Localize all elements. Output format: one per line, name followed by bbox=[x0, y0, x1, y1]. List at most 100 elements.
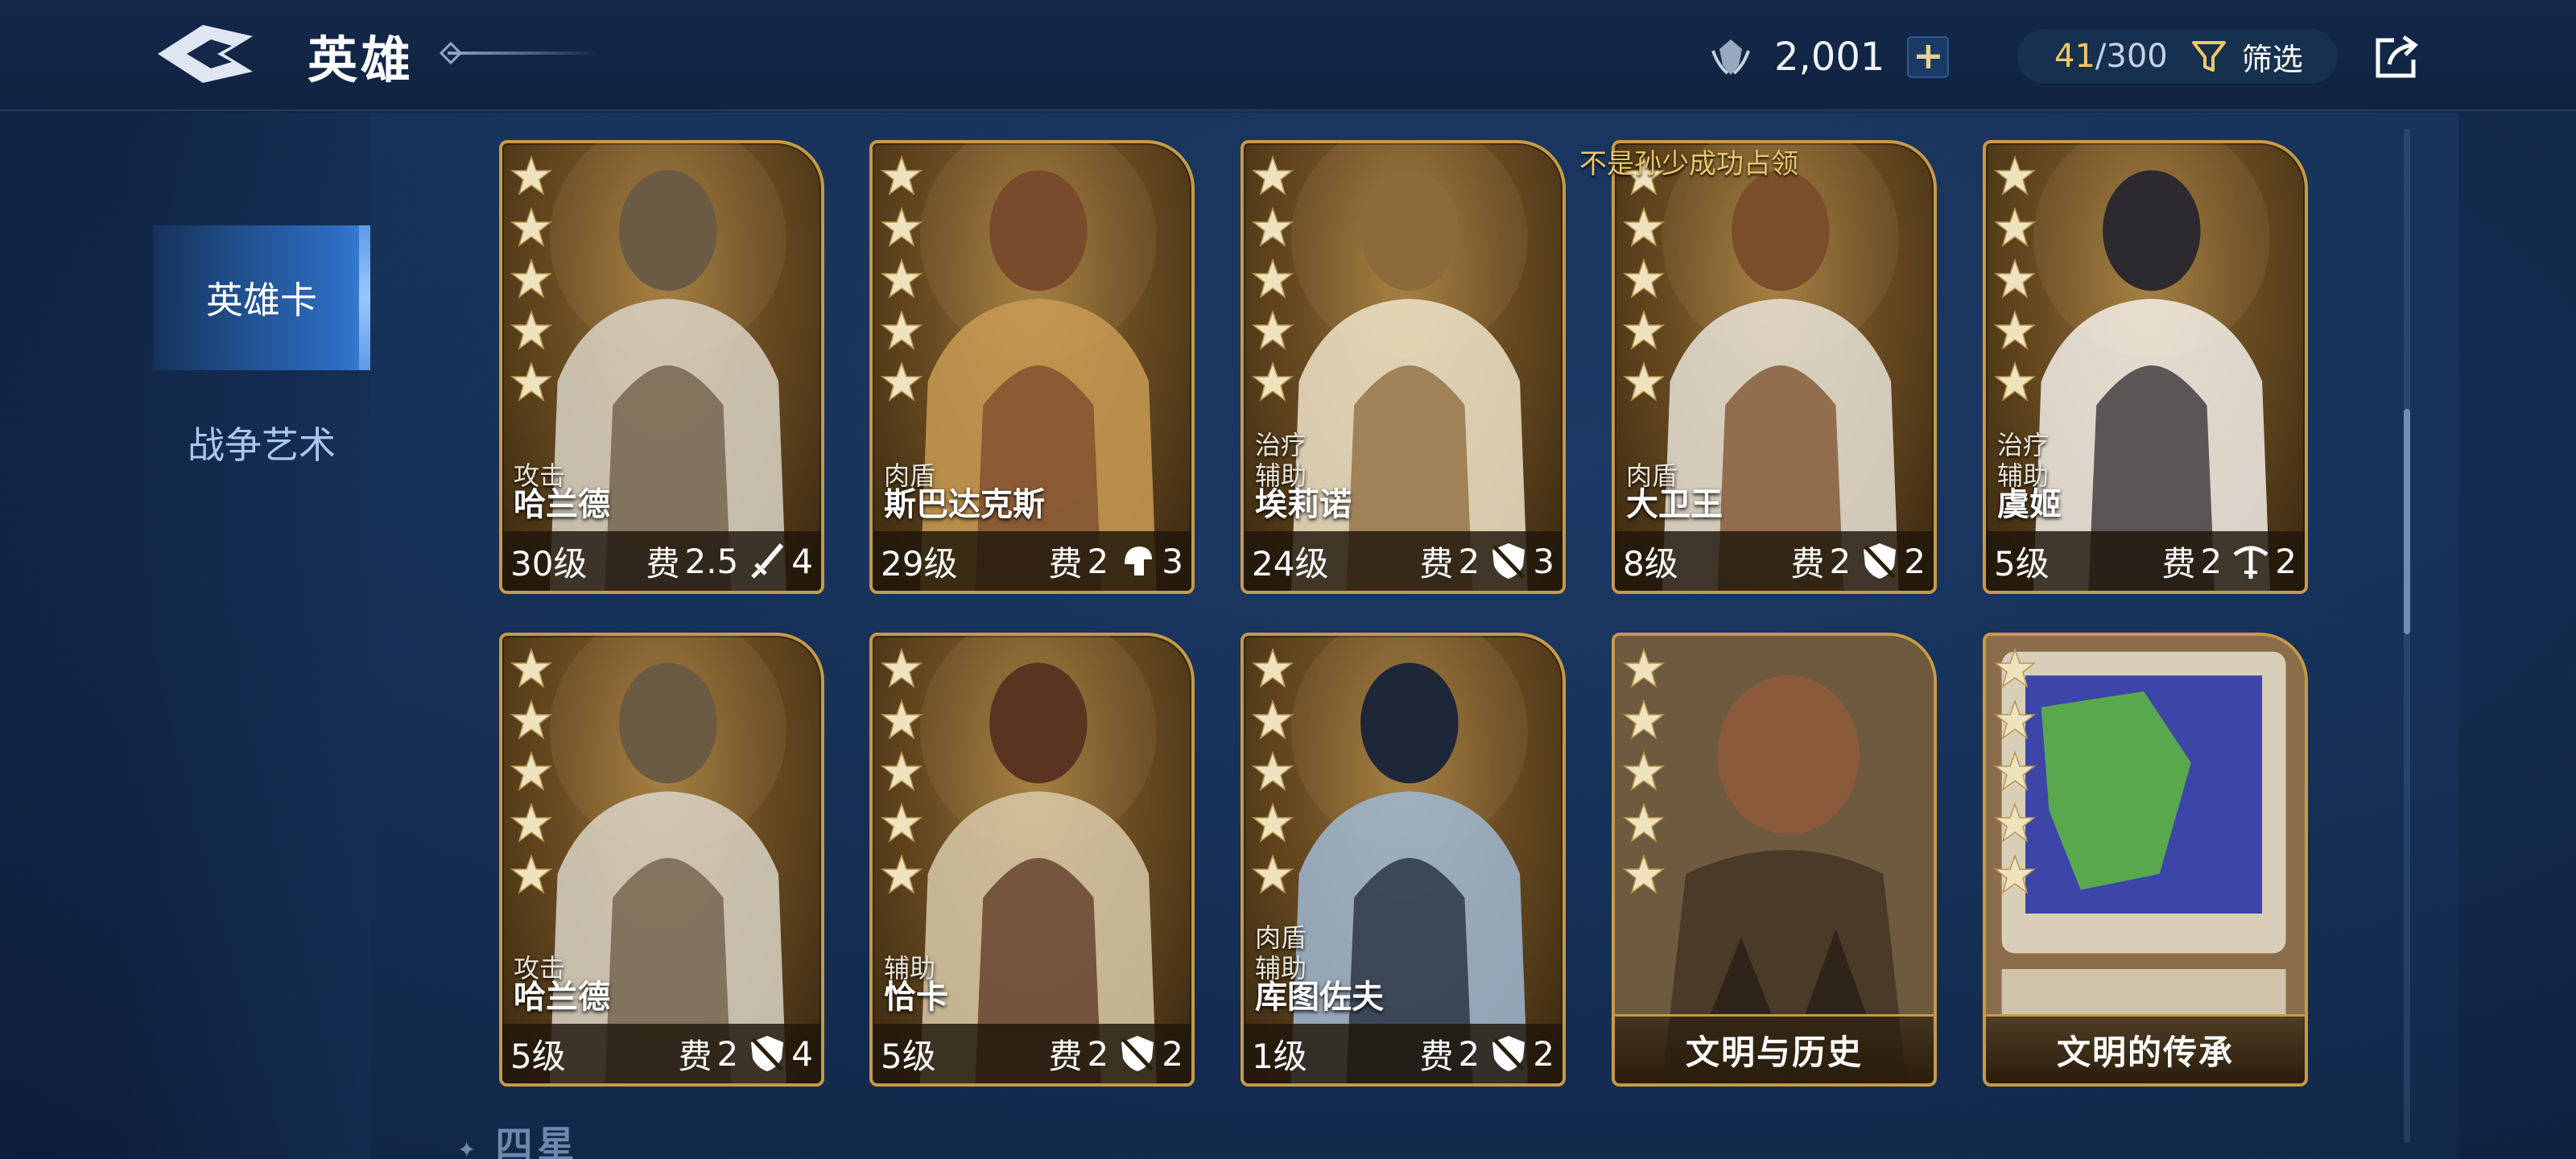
star-rating bbox=[881, 155, 923, 406]
star-icon bbox=[510, 802, 552, 843]
tab-hero-cards[interactable]: 英雄卡 bbox=[153, 225, 370, 370]
hero-level: 5级 bbox=[881, 1036, 936, 1076]
hero-level: 29级 bbox=[881, 543, 958, 584]
hero-name: 埃莉诺 bbox=[1255, 486, 1352, 523]
hero-card[interactable]: 肉盾 斯巴达克斯 29级费 2 3 bbox=[869, 140, 1195, 594]
star-icon bbox=[510, 647, 552, 688]
cost-label: 费 bbox=[646, 543, 680, 584]
back-button[interactable] bbox=[153, 18, 258, 90]
type-value: 4 bbox=[791, 541, 813, 581]
cost-value: 2 bbox=[1829, 541, 1852, 581]
hero-count-current: 41 bbox=[2054, 38, 2095, 75]
star-rating bbox=[510, 155, 552, 406]
star-icon bbox=[1994, 361, 2036, 402]
star-icon bbox=[1623, 309, 1665, 350]
laurel-crest-icon bbox=[1711, 39, 1750, 75]
collection-card[interactable]: 文明与历史 bbox=[1612, 633, 1937, 1087]
collection-title: 文明与历史 bbox=[1615, 1014, 1934, 1083]
card-footer: 30级 费 2.5 4 bbox=[502, 531, 821, 591]
star-icon bbox=[881, 206, 923, 247]
star-icon bbox=[1623, 750, 1665, 791]
card-footer: 5级 费 2 4 bbox=[502, 1024, 821, 1083]
cost-value: 2 bbox=[1458, 541, 1480, 581]
section-label-four-star: 四星 bbox=[457, 1116, 579, 1159]
hero-card[interactable]: 肉盾 辅助 库图佐夫 1级费 2 2 bbox=[1241, 633, 1566, 1087]
star-icon bbox=[1252, 750, 1294, 791]
collection-card[interactable]: 文明的传承 bbox=[1983, 633, 2308, 1087]
hero-count-max: /300 bbox=[2095, 38, 2168, 75]
type-value: 3 bbox=[1533, 541, 1554, 581]
star-icon bbox=[881, 258, 923, 299]
hero-name: 虞姬 bbox=[1997, 486, 2062, 523]
star-icon bbox=[510, 853, 552, 894]
hero-card[interactable]: 辅助 恰卡 5级费 2 2 bbox=[869, 633, 1195, 1087]
cost-label: 费 bbox=[1790, 543, 1825, 584]
star-icon bbox=[1994, 853, 2036, 894]
star-icon bbox=[881, 647, 923, 688]
cost-label: 费 bbox=[1048, 1036, 1083, 1076]
star-icon bbox=[510, 309, 552, 350]
star-rating bbox=[881, 647, 923, 898]
sidebar: 英雄卡 战争艺术 bbox=[119, 113, 370, 1159]
hero-card[interactable]: 治疗 辅助 埃莉诺 24级费 2 3 bbox=[1241, 140, 1566, 594]
sword-icon bbox=[751, 543, 784, 579]
scrollbar-thumb[interactable] bbox=[2404, 409, 2410, 634]
tab-art-of-war[interactable]: 战争艺术 bbox=[153, 370, 370, 515]
share-icon[interactable] bbox=[2370, 31, 2423, 84]
star-icon bbox=[1252, 699, 1294, 740]
star-icon bbox=[1252, 155, 1294, 196]
star-icon bbox=[1252, 206, 1294, 247]
type-value: 2 bbox=[1162, 1033, 1183, 1074]
star-rating bbox=[1623, 647, 1665, 898]
star-icon bbox=[1252, 802, 1294, 843]
filter-icon[interactable] bbox=[2189, 36, 2229, 76]
scrollbar-track[interactable] bbox=[2404, 129, 2410, 1143]
crossbow-icon bbox=[2233, 546, 2268, 579]
star-icon bbox=[1994, 309, 2036, 350]
star-rating bbox=[1994, 647, 2036, 898]
top-bar: 英雄 2,001 + 41 /300 筛选 bbox=[0, 0, 2576, 111]
type-value: 2 bbox=[1904, 541, 1926, 581]
star-icon bbox=[1994, 750, 2036, 791]
star-icon bbox=[1252, 258, 1294, 299]
star-icon bbox=[510, 206, 552, 247]
star-rating bbox=[1623, 155, 1665, 406]
card-footer: 1级费 2 2 bbox=[1244, 1024, 1563, 1083]
type-value: 3 bbox=[1162, 541, 1183, 581]
hero-card[interactable]: 攻击 哈兰德 5级费 2 4 bbox=[499, 633, 824, 1087]
helmet-icon bbox=[1125, 547, 1153, 575]
card-footer: 29级 费 2 3 bbox=[873, 531, 1191, 591]
cost-value: 2 bbox=[1087, 1033, 1109, 1074]
star-icon bbox=[1623, 206, 1665, 247]
title-decoration bbox=[448, 52, 601, 55]
star-icon bbox=[1623, 647, 1665, 688]
star-icon bbox=[881, 309, 923, 350]
cost-value: 2 bbox=[1087, 541, 1109, 581]
add-currency-button[interactable]: + bbox=[1907, 36, 1950, 78]
hero-name: 大卫王 bbox=[1626, 486, 1723, 523]
star-icon bbox=[881, 699, 923, 740]
star-icon bbox=[510, 155, 552, 196]
filter-label[interactable]: 筛选 bbox=[2242, 35, 2303, 79]
hero-role: 治疗 bbox=[1255, 430, 1307, 460]
hero-card[interactable]: 治疗 辅助 虞姬 5级费 2 2 bbox=[1983, 140, 2308, 594]
star-icon bbox=[1623, 361, 1665, 402]
hero-name: 哈兰德 bbox=[514, 486, 610, 523]
hero-card[interactable]: 攻击 哈兰德 30级费 2.5 4 bbox=[499, 140, 824, 594]
star-icon bbox=[510, 258, 552, 299]
type-value: 2 bbox=[2275, 541, 2297, 581]
cost-label: 费 bbox=[2161, 543, 2196, 584]
hero-card[interactable]: 肉盾 大卫王 8级费 2 2 bbox=[1612, 140, 1937, 594]
cost-label: 费 bbox=[678, 1036, 712, 1076]
capture-notice: 不是孙少成功占领 bbox=[1579, 148, 1798, 180]
hero-level: 24级 bbox=[1252, 543, 1329, 584]
cost-label: 费 bbox=[1419, 1036, 1454, 1076]
star-icon bbox=[510, 750, 552, 791]
hero-count-filter[interactable]: 41 /300 筛选 bbox=[2017, 29, 2338, 84]
cost-value: 2 bbox=[716, 1033, 739, 1074]
cost-label: 费 bbox=[1048, 543, 1083, 584]
card-footer: 5级费 2 2 bbox=[873, 1024, 1191, 1083]
star-icon bbox=[1623, 699, 1665, 740]
star-icon bbox=[510, 699, 552, 740]
star-icon bbox=[881, 361, 923, 402]
